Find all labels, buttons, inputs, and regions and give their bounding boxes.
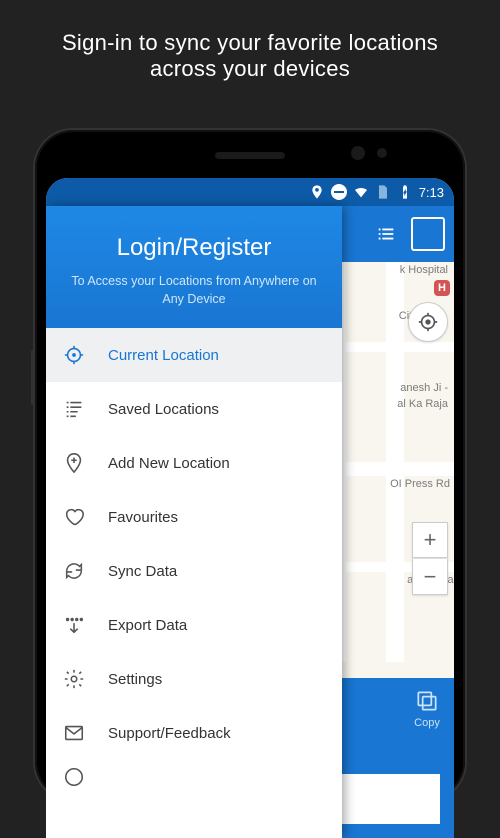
screen: 7:13 k Hospital H City Gold anesh Ji - a… xyxy=(46,178,454,838)
do-not-disturb-icon xyxy=(331,184,347,200)
square-icon xyxy=(411,217,445,251)
drawer-item-label: Favourites xyxy=(108,509,178,526)
target-icon xyxy=(62,343,86,367)
drawer-item-favourites[interactable]: Favourites xyxy=(46,490,342,544)
drawer-subtitle: To Access your Locations from Anywhere o… xyxy=(64,272,324,308)
pin-plus-icon xyxy=(62,451,86,475)
zoom-in-button[interactable]: + xyxy=(412,522,448,558)
drawer-item-label: Saved Locations xyxy=(108,401,219,418)
list-icon-button[interactable] xyxy=(368,216,404,252)
copy-label: Copy xyxy=(414,717,440,729)
my-location-button[interactable] xyxy=(408,302,448,342)
location-pin-icon xyxy=(309,184,325,200)
status-bar: 7:13 xyxy=(46,178,454,206)
drawer-item-label: Sync Data xyxy=(108,563,177,580)
drawer-item-label: Support/Feedback xyxy=(108,725,231,742)
wifi-icon xyxy=(353,184,369,200)
circle-icon xyxy=(62,765,86,789)
drawer-header[interactable]: Login/Register To Access your Locations … xyxy=(46,206,342,328)
status-time: 7:13 xyxy=(419,185,444,200)
drawer-item-label: Settings xyxy=(108,671,162,688)
heart-icon xyxy=(62,505,86,529)
gear-icon xyxy=(62,667,86,691)
drawer-item-settings[interactable]: Settings xyxy=(46,652,342,706)
map-label: al Ka Raja xyxy=(397,398,448,410)
mail-icon xyxy=(62,721,86,745)
target-icon xyxy=(417,311,439,333)
drawer-item-partial[interactable] xyxy=(46,760,342,794)
navigation-drawer: Login/Register To Access your Locations … xyxy=(46,206,342,838)
drawer-item-label: Add New Location xyxy=(108,455,230,472)
list-icon xyxy=(62,397,86,421)
drawer-title: Login/Register xyxy=(64,234,324,262)
drawer-item-export[interactable]: Export Data xyxy=(46,598,342,652)
list-icon xyxy=(375,223,397,245)
sim-icon xyxy=(375,184,391,200)
map-label: anesh Ji - xyxy=(400,382,448,394)
copy-icon xyxy=(414,688,440,714)
square-action-button[interactable] xyxy=(410,216,446,252)
phone-frame: 7:13 k Hospital H City Gold anesh Ji - a… xyxy=(35,130,465,800)
drawer-item-add-location[interactable]: Add New Location xyxy=(46,436,342,490)
map-label: k Hospital xyxy=(400,264,448,276)
drawer-item-support[interactable]: Support/Feedback xyxy=(46,706,342,760)
hospital-marker-icon: H xyxy=(434,280,450,296)
drawer-item-sync[interactable]: Sync Data xyxy=(46,544,342,598)
copy-button[interactable]: Copy xyxy=(414,688,440,729)
promo-heading: Sign-in to sync your favorite locations … xyxy=(0,0,500,100)
drawer-item-current-location[interactable]: Current Location xyxy=(46,328,342,382)
drawer-item-label: Export Data xyxy=(108,617,187,634)
drawer-list: Current Location Saved Locations Add New… xyxy=(46,328,342,838)
sync-icon xyxy=(62,559,86,583)
map-label: OI Press Rd xyxy=(390,478,450,490)
drawer-item-label: Current Location xyxy=(108,347,219,364)
export-icon xyxy=(62,613,86,637)
drawer-item-saved-locations[interactable]: Saved Locations xyxy=(46,382,342,436)
battery-icon xyxy=(397,184,413,200)
zoom-out-button[interactable]: − xyxy=(412,559,448,595)
